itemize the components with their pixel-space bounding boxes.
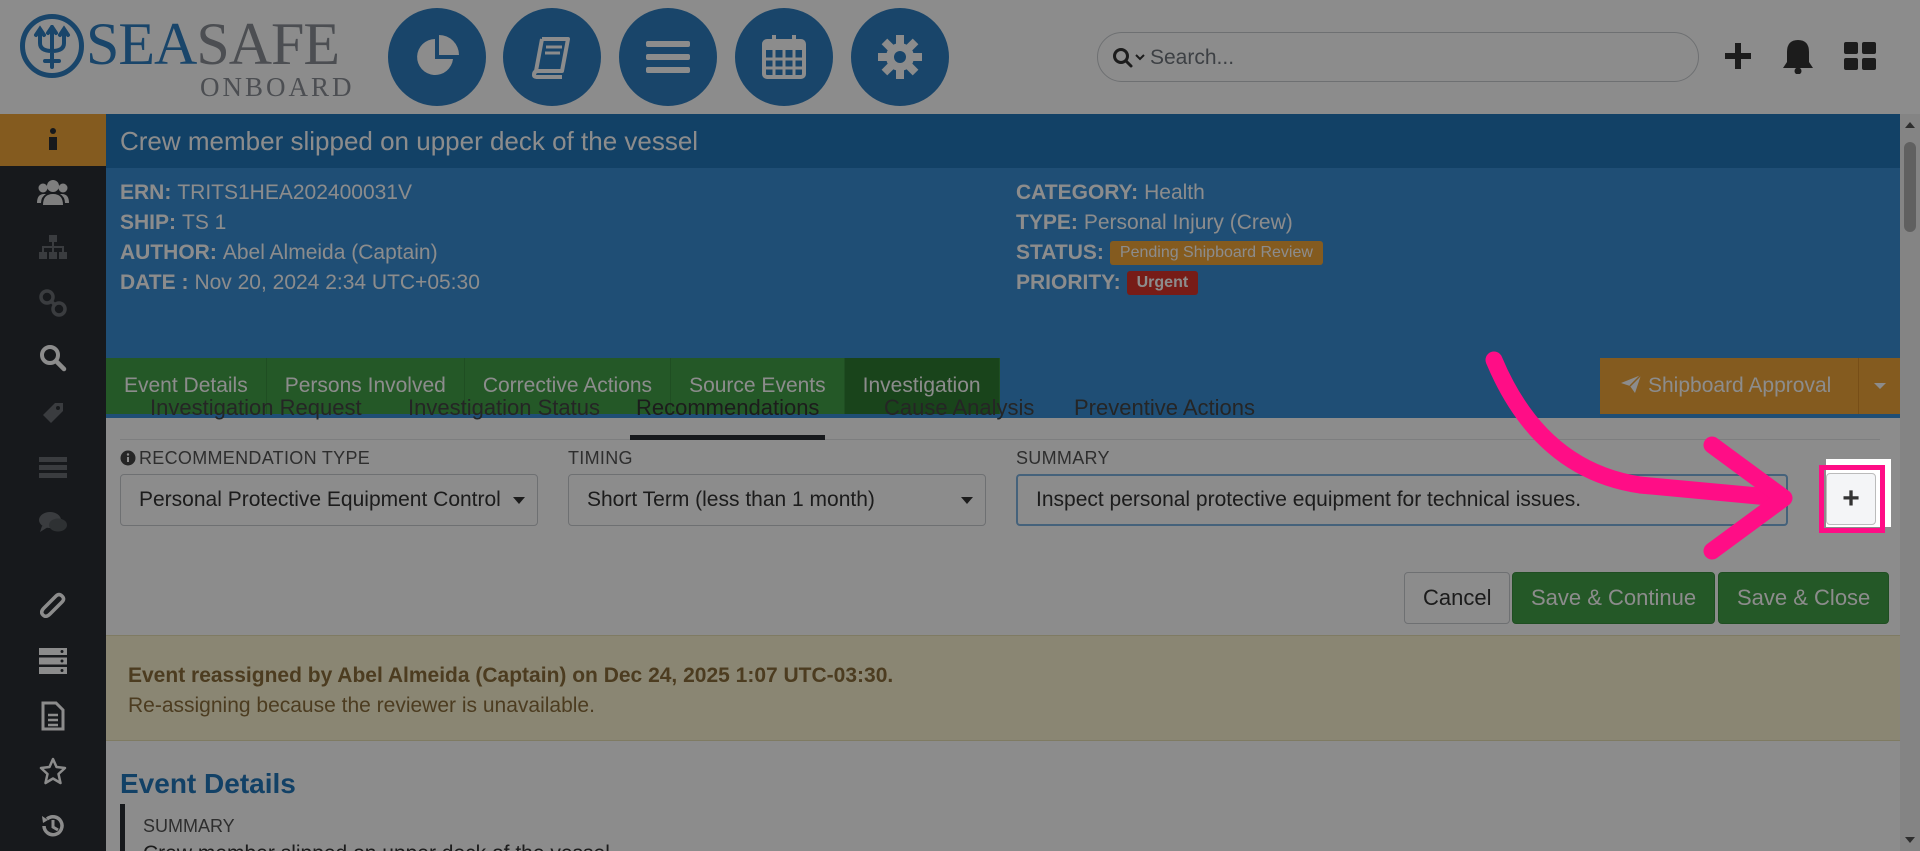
menu-icon bbox=[646, 41, 690, 73]
document-icon bbox=[41, 701, 65, 731]
caret-down-icon bbox=[513, 496, 525, 504]
logo-wordmark: SEASAFE bbox=[86, 11, 340, 77]
status-badge: Pending Shipboard Review bbox=[1109, 241, 1323, 266]
cancel-button[interactable]: Cancel bbox=[1404, 572, 1511, 624]
tutorial-highlight-box bbox=[1819, 465, 1885, 533]
link-icon bbox=[39, 289, 67, 317]
event-details-heading: Event Details bbox=[120, 768, 296, 799]
priority-row: PRIORITY: Urgent bbox=[1016, 268, 1323, 298]
priority-badge: Urgent bbox=[1126, 271, 1199, 296]
details-summary-label: SUMMARY bbox=[143, 816, 235, 836]
list-icon bbox=[39, 457, 67, 478]
dashboard-pie-icon bbox=[417, 35, 459, 75]
category-row: CATEGORY: Health bbox=[1016, 181, 1205, 204]
summary-input[interactable] bbox=[1016, 474, 1788, 526]
menu-button[interactable] bbox=[619, 8, 717, 106]
dashboard-button[interactable] bbox=[388, 8, 486, 106]
search-input[interactable] bbox=[1150, 43, 1680, 73]
logbook-icon bbox=[532, 37, 570, 79]
status-row: STATUS: Pending Shipboard Review bbox=[1016, 238, 1323, 268]
reassignment-alert: Event reassigned by Abel Almeida (Captai… bbox=[106, 635, 1900, 741]
type-row: TYPE: Personal Injury (Crew) bbox=[1016, 211, 1293, 234]
subtab-investigation-request[interactable]: Investigation Request bbox=[148, 386, 364, 440]
apps-button[interactable] bbox=[1838, 34, 1882, 78]
sidebar-item-documents[interactable] bbox=[0, 690, 106, 742]
subtab-investigation-status[interactable]: Investigation Status bbox=[406, 386, 602, 440]
subtab-cause-analysis[interactable]: Cause Analysis bbox=[882, 386, 1036, 440]
recommendation-type-select[interactable]: Personal Protective Equipment Control bbox=[120, 474, 538, 526]
top-bar: SEASAFE ONBOARD bbox=[0, 0, 1920, 114]
save-continue-button[interactable]: Save & Continue bbox=[1512, 572, 1716, 624]
search-icon bbox=[40, 345, 67, 372]
triangle-down-icon bbox=[1905, 837, 1915, 843]
notifications-bell-icon bbox=[1783, 40, 1813, 74]
users-icon bbox=[37, 180, 69, 205]
save-close-button[interactable]: Save & Close bbox=[1718, 572, 1890, 624]
event-info-right: CATEGORY: Health TYPE: Personal Injury (Cr… bbox=[1016, 178, 1323, 298]
notifications-button[interactable] bbox=[1776, 34, 1820, 78]
calendar-icon bbox=[762, 35, 806, 79]
global-search[interactable] bbox=[1097, 32, 1699, 82]
attachment-icon bbox=[40, 592, 66, 619]
server-icon bbox=[39, 648, 67, 674]
sidebar-item-users[interactable] bbox=[0, 166, 106, 218]
sidebar-item-server[interactable] bbox=[0, 635, 106, 687]
sidebar-item-comments[interactable] bbox=[0, 497, 106, 549]
logbook-button[interactable] bbox=[503, 8, 601, 106]
details-summary-value: Crew member slipped on upper deck of the… bbox=[143, 842, 610, 851]
timing-label: TIMING bbox=[568, 448, 633, 468]
trident-logo-icon bbox=[20, 14, 84, 78]
scroll-up-arrow[interactable] bbox=[1900, 116, 1920, 134]
info-icon bbox=[49, 128, 57, 150]
event-info-left: ERN: TRITS1HEA202400031V SHIP: TS 1 AUTHOR… bbox=[120, 178, 480, 298]
summary-label: SUMMARY bbox=[1016, 448, 1110, 468]
apps-grid-icon bbox=[1844, 42, 1876, 70]
triangle-up-icon bbox=[1905, 122, 1915, 128]
event-title: Crew member slipped on upper deck of the… bbox=[106, 114, 1900, 168]
page-scrollbar[interactable] bbox=[1900, 114, 1920, 851]
search-icon bbox=[1113, 48, 1145, 68]
ship-row: SHIP: TS 1 bbox=[120, 211, 227, 234]
date-row: DATE : Nov 20, 2024 2:34 UTC+05:30 bbox=[120, 271, 480, 294]
investigation-subtabs: Investigation Request Investigation Stat… bbox=[120, 360, 1880, 440]
calendar-button[interactable] bbox=[735, 8, 833, 106]
scrollbar-thumb[interactable] bbox=[1904, 142, 1916, 232]
settings-gear-icon bbox=[878, 35, 922, 79]
comments-icon bbox=[39, 512, 67, 532]
sidebar-item-favorites[interactable] bbox=[0, 745, 106, 797]
sidebar-item-list[interactable] bbox=[0, 442, 106, 494]
caret-down-icon bbox=[961, 496, 973, 504]
tag-icon bbox=[43, 403, 63, 423]
sidebar-item-links[interactable] bbox=[0, 277, 106, 329]
sidebar-item-info[interactable] bbox=[0, 114, 106, 166]
sidebar-item-history[interactable] bbox=[0, 800, 106, 851]
history-icon bbox=[42, 814, 64, 837]
info-circle-icon bbox=[120, 450, 136, 466]
scroll-down-arrow[interactable] bbox=[1900, 831, 1920, 849]
event-details-summary: SUMMARY Crew member slipped on upper dec… bbox=[120, 804, 1880, 851]
sidebar-item-hierarchy[interactable] bbox=[0, 221, 106, 273]
alert-message: Re-assigning because the reviewer is una… bbox=[128, 694, 595, 717]
star-icon bbox=[39, 757, 67, 785]
sidebar-item-search[interactable] bbox=[0, 332, 106, 384]
left-sidebar bbox=[0, 114, 106, 851]
alert-heading: Event reassigned by Abel Almeida (Captai… bbox=[128, 664, 894, 687]
add-plus-icon bbox=[1725, 43, 1751, 69]
hierarchy-icon bbox=[39, 235, 67, 259]
logo-subtitle: ONBOARD bbox=[200, 72, 355, 102]
author-row: AUTHOR: Abel Almeida (Captain) bbox=[120, 241, 438, 264]
timing-select[interactable]: Short Term (less than 1 month) bbox=[568, 474, 986, 526]
settings-button[interactable] bbox=[851, 8, 949, 106]
sidebar-item-tags[interactable] bbox=[0, 387, 106, 439]
subtab-recommendations[interactable]: Recommendations bbox=[630, 386, 826, 440]
seasafe-logo[interactable]: SEASAFE ONBOARD bbox=[20, 11, 352, 101]
main-content: Crew member slipped on upper deck of the… bbox=[106, 114, 1900, 851]
subtab-preventive-actions[interactable]: Preventive Actions bbox=[1072, 386, 1257, 440]
ern-row: ERN: TRITS1HEA202400031V bbox=[120, 181, 412, 204]
recommendation-type-label: RECOMMENDATION TYPE bbox=[120, 448, 370, 469]
add-button[interactable] bbox=[1716, 34, 1760, 78]
sidebar-item-attachments[interactable] bbox=[0, 581, 106, 633]
